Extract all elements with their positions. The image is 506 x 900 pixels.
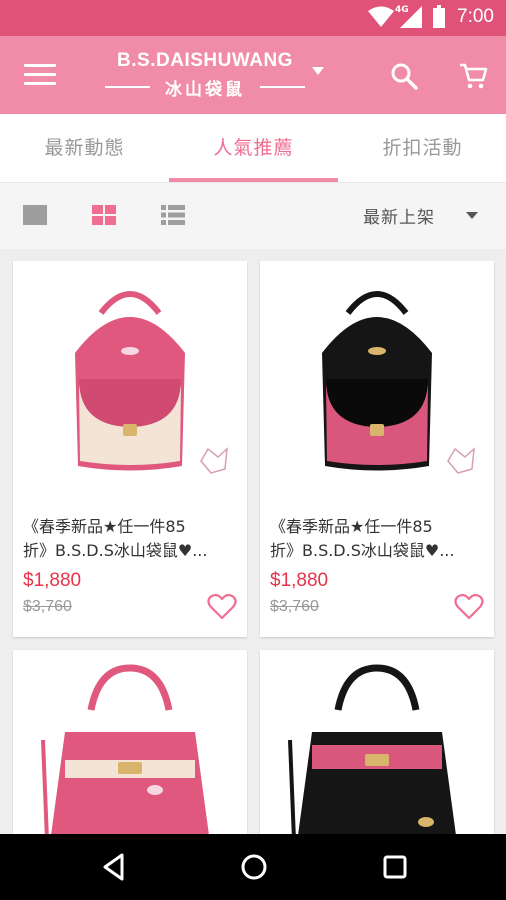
heart-icon[interactable] (207, 593, 237, 620)
wifi-icon (368, 6, 394, 27)
chevron-down-icon[interactable] (466, 212, 478, 219)
product-title-line: 折》B.S.D.S冰山袋鼠♥... (23, 541, 208, 560)
category-tabs: 最新動態 人氣推薦 折扣活動 (0, 114, 506, 183)
cart-icon[interactable] (458, 62, 488, 90)
product-original-price: $3,760 (270, 598, 319, 615)
signal-icon (400, 6, 422, 28)
list-view-icon[interactable] (161, 205, 185, 225)
product-title-line: 《春季新品★任一件85 (270, 517, 433, 536)
tab-discount[interactable]: 折扣活動 (338, 114, 506, 182)
product-title-line: 《春季新品★任一件85 (23, 517, 186, 536)
product-price: $1,880 (270, 570, 329, 591)
product-price: $1,880 (23, 570, 82, 591)
tab-popular[interactable]: 人氣推薦 (169, 114, 338, 182)
brand-subtitle: 冰山袋鼠 (100, 75, 310, 100)
system-nav-bar (0, 834, 506, 900)
product-card[interactable]: 《春季新品★任一件85 折》B.S.D.S冰山袋鼠♥... $1,880 $3,… (13, 261, 247, 637)
app-bar: B.S.DAISHUWANG 冰山袋鼠 (0, 36, 506, 114)
menu-icon[interactable] (24, 64, 56, 86)
product-image[interactable] (260, 650, 494, 834)
back-icon[interactable] (100, 852, 128, 882)
product-title[interactable]: 《春季新品★任一件85 折》B.S.D.S冰山袋鼠♥... (23, 515, 238, 563)
search-icon[interactable] (390, 62, 418, 90)
product-image[interactable] (260, 261, 494, 511)
product-image[interactable] (13, 261, 247, 511)
single-view-icon[interactable] (23, 205, 47, 225)
tab-latest[interactable]: 最新動態 (0, 114, 169, 182)
product-card[interactable] (13, 650, 247, 834)
view-toolbar: 最新上架 (0, 183, 506, 249)
brand-logo[interactable]: B.S.DAISHUWANG 冰山袋鼠 (100, 50, 310, 100)
battery-icon (433, 5, 445, 28)
grid-view-icon[interactable] (92, 205, 116, 225)
clock: 7:00 (457, 6, 494, 27)
active-tab-indicator (169, 178, 338, 182)
product-original-price: $3,760 (23, 598, 72, 615)
home-icon[interactable] (239, 852, 269, 882)
product-card[interactable]: 《春季新品★任一件85 折》B.S.D.S冰山袋鼠♥... $1,880 $3,… (260, 261, 494, 637)
product-title[interactable]: 《春季新品★任一件85 折》B.S.D.S冰山袋鼠♥... (270, 515, 485, 563)
chevron-down-icon[interactable] (312, 67, 324, 75)
status-bar: 4G 7:00 (0, 0, 506, 36)
sort-dropdown[interactable]: 最新上架 (363, 203, 435, 228)
product-image[interactable] (13, 650, 247, 834)
brand-name: B.S.DAISHUWANG (117, 50, 293, 71)
recents-icon[interactable] (381, 852, 409, 882)
product-title-line: 折》B.S.D.S冰山袋鼠♥... (270, 541, 455, 560)
product-card[interactable] (260, 650, 494, 834)
heart-icon[interactable] (454, 593, 484, 620)
